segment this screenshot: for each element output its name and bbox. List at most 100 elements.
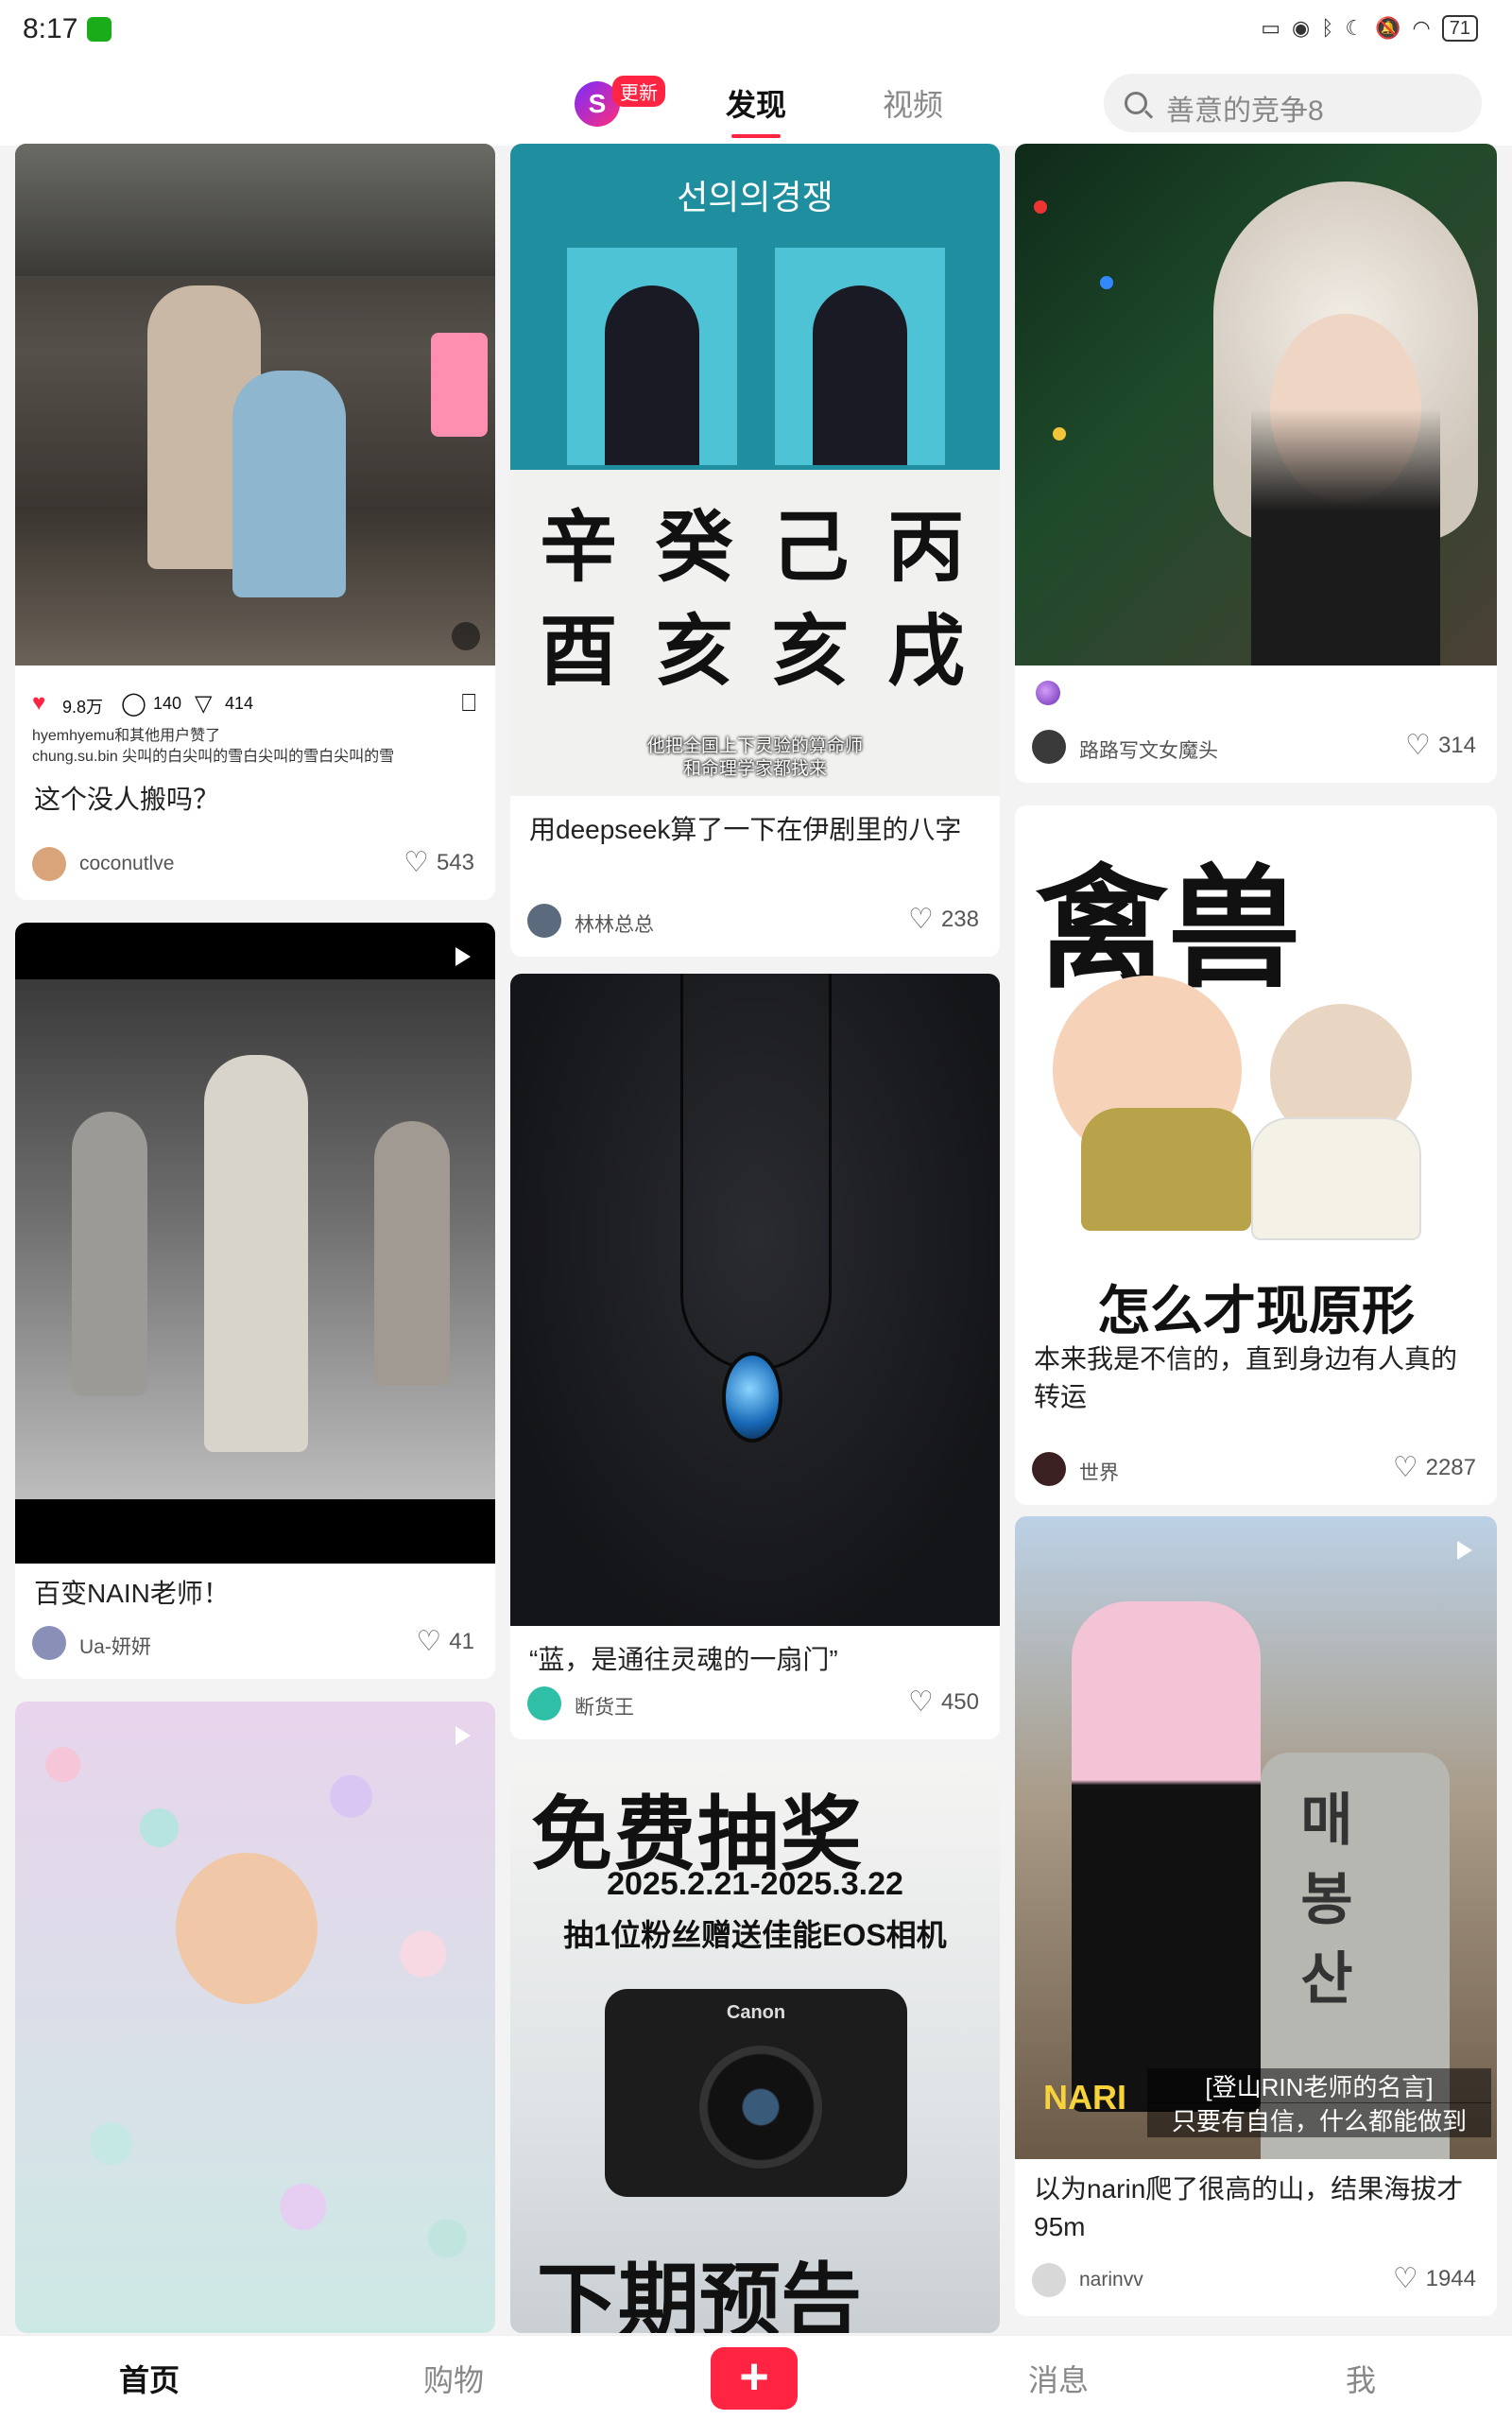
heart-icon: ♡	[1392, 1452, 1418, 1483]
bookmark-icon: ⎕	[461, 688, 476, 717]
calligraphy-row-1: 辛 癸 己 丙	[540, 502, 971, 593]
card-video: 매봉산 NARI [登山RIN老师的名言] 只要有自信，什么都能做到	[1015, 1516, 1497, 2159]
inner-post-stats: ♥ 9.8万 ◯ 140 ▽ 414 ⎕	[15, 666, 495, 726]
play-icon[interactable]	[455, 1726, 471, 1745]
heart-icon: ♡	[416, 1626, 442, 1657]
username[interactable]: 世界	[1079, 1458, 1119, 1486]
card-footer: 路路写文女魔头 ♡ 314	[1015, 728, 1497, 766]
search-input[interactable]: 善意的竞争8	[1104, 74, 1482, 132]
card-title: 以为narin爬了很高的山，结果海拔才95m	[1034, 2174, 1464, 2241]
like-count: 543	[436, 850, 474, 875]
heart-filled-icon: ♥	[32, 690, 46, 716]
tab-video[interactable]: 视频	[883, 81, 943, 125]
card-video	[15, 923, 495, 1564]
camera-lens	[699, 2046, 822, 2169]
feed-card[interactable]: 百变NAIN老师！ Ua-妍妍 ♡ 41	[15, 923, 495, 1679]
inner-comments: 140	[153, 694, 182, 713]
sound-icon[interactable]	[452, 622, 480, 650]
avatar[interactable]	[32, 1626, 66, 1660]
like-count: 450	[940, 1689, 979, 1715]
card-image: 免费抽奖 2025.2.21-2025.3.22 抽1位粉丝赠送佳能EOS相机 …	[510, 1762, 1000, 2333]
inner-likes: 9.8万	[62, 698, 104, 717]
like-button[interactable]: ♡ 543	[404, 849, 474, 877]
crystal-ball-icon	[1036, 681, 1060, 705]
avatar[interactable]	[527, 1686, 561, 1720]
like-count: 314	[1437, 733, 1476, 758]
subtitle-1: 他把全国上下灵验的算命师	[646, 736, 863, 756]
card-footer: narinvv ♡ 1944	[1015, 2261, 1497, 2299]
like-button[interactable]: ♡ 41	[416, 1628, 474, 1656]
feed-card[interactable]: “蓝，是通往灵魂的一扇门” 断货王 ♡ 450	[510, 974, 1000, 1739]
card-title: 这个没人搬吗？	[34, 785, 220, 814]
search-icon	[1125, 92, 1147, 114]
card-footer: 林林总总 ♡ 238	[510, 902, 1000, 940]
feed-card[interactable]: 免费抽奖 2025.2.21-2025.3.22 抽1位粉丝赠送佳能EOS相机 …	[510, 1762, 1000, 2333]
card-image: 선의의경쟁 辛 癸 己 丙 酉 亥 亥 戌 他把全国上下灵验的算命师 和命理学家…	[510, 144, 1000, 796]
heart-icon: ♡	[908, 1686, 934, 1718]
username[interactable]: narinvv	[1079, 2269, 1143, 2291]
share-icon: ▽	[195, 691, 213, 717]
avatar[interactable]	[527, 904, 561, 938]
wechat-notification-icon	[87, 17, 112, 42]
prize: 抽1位粉丝赠送佳能EOS相机	[563, 1918, 947, 1952]
mute-icon: 🔕	[1375, 16, 1401, 40]
heart-icon: ♡	[1392, 2263, 1418, 2294]
play-icon[interactable]	[455, 947, 471, 966]
bottom-nav: 首页 购物 + 消息 我	[0, 2335, 1512, 2420]
nav-home[interactable]: 首页	[119, 2357, 180, 2400]
username[interactable]: 断货王	[575, 1692, 634, 1720]
feed-card[interactable]: 매봉산 NARI [登山RIN老师的名言] 只要有自信，什么都能做到 以为nar…	[1015, 1516, 1497, 2316]
username[interactable]: coconutlve	[79, 853, 174, 875]
feed-card[interactable]: 禽兽 怎么才现原形 本来我是不信的，直到身边有人真的转运 世界 ♡ 2287	[1015, 805, 1497, 1505]
nav-shop[interactable]: 购物	[423, 2357, 484, 2400]
username[interactable]: Ua-妍妍	[79, 1632, 151, 1660]
feed-card[interactable]	[15, 1702, 495, 2333]
dates: 2025.2.21-2025.3.22	[607, 1866, 903, 1902]
card-image: 禽兽 怎么才现原形	[1015, 805, 1497, 1335]
caption-tag: NARI	[1043, 2078, 1126, 2117]
card-title: 百变NAIN老师！	[34, 1579, 230, 1608]
footer-banner: 下期预告	[537, 2256, 862, 2333]
like-button[interactable]: ♡ 238	[908, 906, 979, 934]
heart-icon: ♡	[404, 847, 429, 878]
battery-indicator: 71	[1441, 15, 1478, 42]
calligraphy-row-2: 酉 亥 亥 戌	[540, 606, 971, 697]
card-title-empty	[1015, 666, 1497, 707]
bluetooth-icon: ᛒ	[1321, 16, 1334, 40]
status-bar: 8:17 ▭ ◉ ᛒ ☾ 🔕 ◠ 71	[0, 0, 1512, 60]
play-icon[interactable]	[1457, 1541, 1472, 1560]
like-button[interactable]: ♡ 2287	[1393, 1454, 1476, 1482]
like-count: 238	[940, 907, 979, 932]
feed-card[interactable]: 路路写文女魔头 ♡ 314	[1015, 144, 1497, 783]
card-title: “蓝，是通往灵魂的一扇门”	[529, 1645, 838, 1674]
like-button[interactable]: ♡ 314	[1405, 732, 1476, 760]
nav-messages[interactable]: 消息	[1028, 2357, 1089, 2400]
avatar[interactable]	[1032, 2263, 1066, 2297]
sticker-bottom-text: 怎么才现原形	[1097, 1281, 1415, 1335]
drama-banner: 선의의경쟁	[677, 179, 833, 217]
like-button[interactable]: ♡ 450	[908, 1688, 979, 1717]
stone-inscription: 매봉산	[1300, 1789, 1353, 2011]
heart-icon: ♡	[908, 904, 934, 935]
inner-shares: 414	[225, 694, 254, 713]
create-post-button[interactable]: +	[711, 2347, 798, 2410]
avatar[interactable]	[1032, 730, 1066, 764]
top-bar: S 更新 发现 视频 善意的竞争8	[0, 60, 1512, 146]
username[interactable]: 路路写文女魔头	[1079, 735, 1218, 764]
like-count: 41	[449, 1629, 474, 1654]
feed-card[interactable]: ♥ 9.8万 ◯ 140 ▽ 414 ⎕ hyemhyemu和其他用户赞了 ch…	[15, 144, 495, 900]
moon-icon: ☾	[1345, 16, 1365, 40]
card-image	[15, 144, 495, 666]
avatar[interactable]	[1032, 1452, 1066, 1486]
nav-me[interactable]: 我	[1346, 2357, 1376, 2400]
card-image	[1015, 144, 1497, 666]
username[interactable]: 林林总总	[575, 909, 654, 938]
tab-discover[interactable]: 发现	[726, 81, 786, 138]
like-button[interactable]: ♡ 1944	[1393, 2265, 1476, 2293]
feed-card[interactable]: 선의의경쟁 辛 癸 己 丙 酉 亥 亥 戌 他把全国上下灵验的算命师 和命理学家…	[510, 144, 1000, 957]
heart-icon: ♡	[1405, 730, 1431, 761]
wifi-icon: ◠	[1412, 16, 1431, 40]
status-icons: ▭ ◉ ᛒ ☾ 🔕 ◠ 71	[1261, 15, 1478, 42]
eye-icon: ◉	[1292, 16, 1311, 40]
avatar[interactable]	[32, 847, 66, 881]
